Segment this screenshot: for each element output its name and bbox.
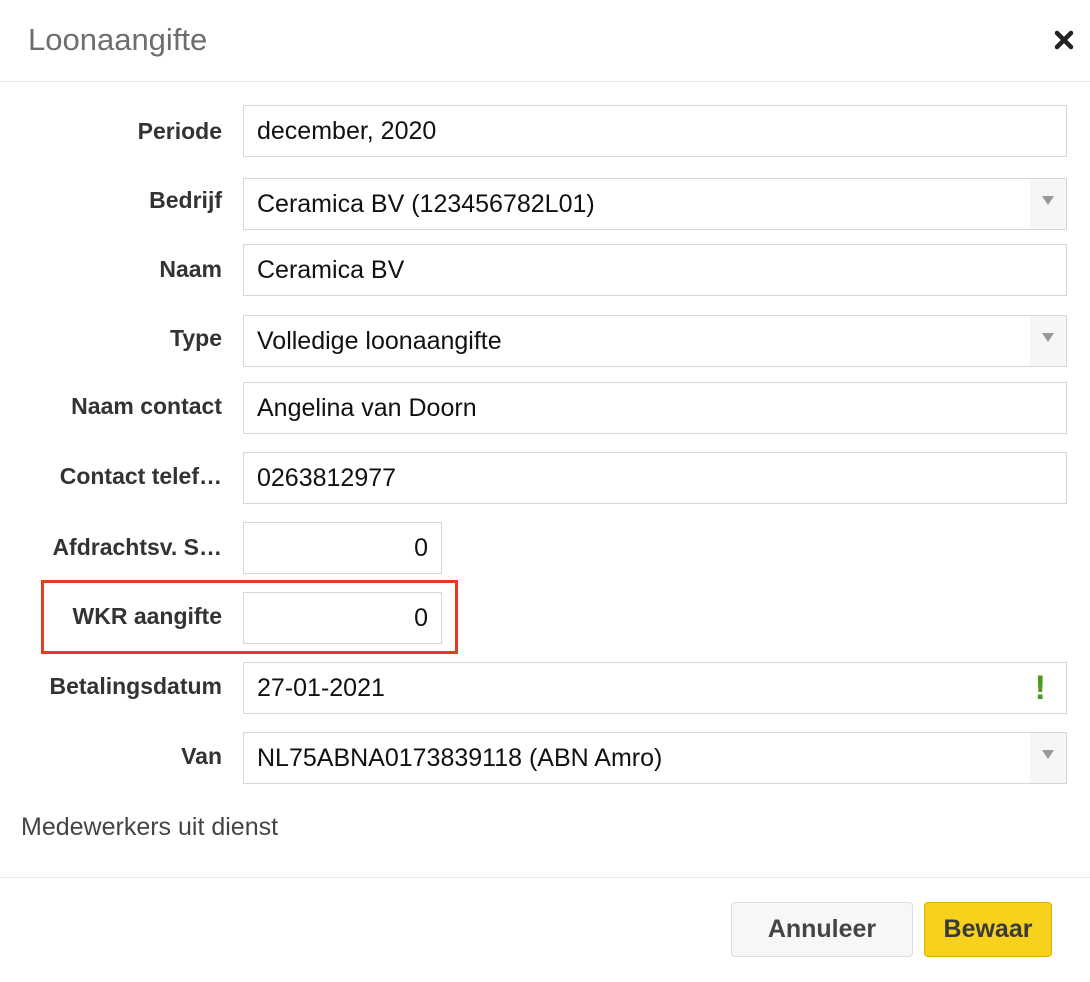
wkr-highlight-box — [41, 580, 458, 654]
save-button[interactable]: Bewaar — [924, 902, 1052, 957]
medewerkers-uit-dienst-section[interactable]: Medewerkers uit dienst — [21, 813, 278, 842]
dialog-header: Loonaangifte — [0, 0, 1090, 82]
chevron-down-icon[interactable] — [1030, 733, 1066, 783]
van-value: NL75ABNA0173839118 (ABN Amro) — [257, 743, 663, 772]
periode-field[interactable]: december, 2020 — [243, 105, 1067, 157]
bedrijf-select[interactable]: Ceramica BV (123456782L01) — [243, 178, 1067, 230]
naam-label: Naam — [159, 256, 222, 282]
type-select[interactable]: Volledige loonaangifte — [243, 315, 1067, 367]
periode-value: december, 2020 — [257, 116, 437, 145]
contact-telefoon-field[interactable]: 0263812977 — [243, 452, 1067, 504]
cancel-button[interactable]: Annuleer — [731, 902, 913, 957]
van-select[interactable]: NL75ABNA0173839118 (ABN Amro) — [243, 732, 1067, 784]
betalingsdatum-field[interactable]: 27-01-2021 ! — [243, 662, 1067, 714]
contact-telefoon-value: 0263812977 — [257, 463, 397, 492]
naam-value: Ceramica BV — [257, 255, 405, 284]
contact-telefoon-label: Contact telef… — [59, 463, 222, 489]
betalingsdatum-label: Betalingsdatum — [49, 673, 222, 699]
naam-contact-field[interactable]: Angelina van Doorn — [243, 382, 1067, 434]
chevron-down-icon[interactable] — [1030, 316, 1066, 366]
afdrachtsv-value: 0 — [414, 533, 428, 562]
type-value: Volledige loonaangifte — [257, 326, 502, 355]
close-icon[interactable] — [1050, 26, 1078, 54]
naam-contact-label: Naam contact — [71, 393, 222, 419]
afdrachtsv-field[interactable]: 0 — [243, 522, 442, 574]
bedrijf-label: Bedrijf — [149, 187, 222, 213]
naam-contact-value: Angelina van Doorn — [257, 393, 477, 422]
type-label: Type — [170, 325, 222, 351]
dialog-title: Loonaangifte — [28, 22, 208, 57]
periode-label: Periode — [137, 118, 222, 144]
dialog-footer: Annuleer Bewaar — [0, 877, 1090, 982]
close-icon-glyph — [1054, 30, 1074, 50]
afdrachtsv-label: Afdrachtsv. S… — [52, 534, 222, 560]
chevron-down-icon[interactable] — [1030, 179, 1066, 229]
betalingsdatum-value: 27-01-2021 — [257, 673, 385, 702]
loonaangifte-dialog: Loonaangifte Periode december, 2020 Bedr… — [0, 0, 1090, 982]
naam-field[interactable]: Ceramica BV — [243, 244, 1067, 296]
bedrijf-value: Ceramica BV (123456782L01) — [257, 189, 595, 218]
van-label: Van — [181, 743, 222, 769]
warning-icon: ! — [1034, 669, 1046, 707]
